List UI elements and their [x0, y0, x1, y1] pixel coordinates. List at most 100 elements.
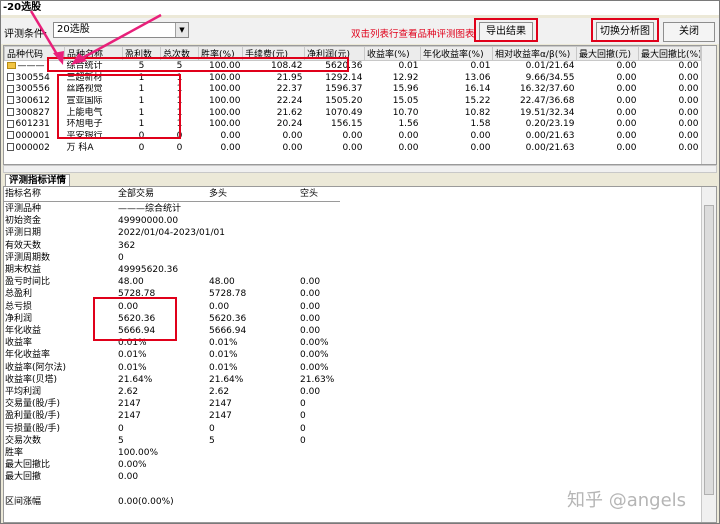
detail-vertical-scrollbar[interactable]: [701, 187, 716, 522]
grid-horizontal-scrollbar[interactable]: [3, 165, 717, 173]
detail-metric-name: 亏损量(股/手): [5, 423, 61, 434]
detail-row: 平均利润 2.62 2.62 0.00: [4, 387, 344, 398]
detail-all-value: 2147: [118, 411, 141, 422]
cell-total: 1: [176, 84, 183, 95]
detail-metric-name: 年化收益率: [5, 350, 51, 361]
grid-column-header[interactable]: 相对收益率α/β(%): [492, 46, 577, 61]
cell-code: 300554: [5, 72, 65, 84]
results-table: 品种代码 品种名称 盈利数 总次数 胜率(%) 手续费(元) 净利润(元) 收益率(%) 年化收…: [4, 46, 701, 154]
grid-column-header[interactable]: 最大回撤比(%): [638, 46, 701, 61]
detail-row: 年化收益率 0.01% 0.01% 0.00%: [4, 350, 344, 361]
detail-row: 评测周期数 0: [4, 253, 344, 264]
detail-row: 区间涨幅 0.00(0.00%): [4, 497, 344, 508]
grid-body: ——— 综合统计 5 5 100.00 108.42 5620.36 0.01 0.01 0.01…: [5, 61, 701, 155]
cell-profit: 5620.36: [325, 61, 363, 72]
cell-profit: 1292.14: [325, 72, 363, 83]
grid-column-header[interactable]: 品种代码: [4, 46, 65, 61]
cell-win: 1: [138, 119, 145, 130]
detail-short-value: 21.63%: [300, 374, 335, 385]
cell-ddr: 0.00: [678, 61, 699, 72]
detail-all-value: 0.00%: [118, 460, 147, 471]
detail-metric-name: 交易次数: [5, 435, 42, 446]
grid-column-header[interactable]: 净利润(元): [304, 46, 365, 61]
detail-row: 收益率(贝塔) 21.64% 21.64% 21.63%: [4, 375, 344, 386]
detail-all-value: 362: [118, 240, 136, 251]
detail-metric-name: 评测品种: [5, 204, 42, 214]
cell-ann: 13.06: [464, 72, 491, 83]
cell-ddr: 0.00: [678, 95, 699, 106]
export-button[interactable]: 导出结果: [479, 22, 533, 42]
detail-tabbar: 评测指标详情: [3, 174, 717, 186]
detail-metric-name: 初始资金: [5, 216, 42, 227]
cell-total: 0: [176, 130, 183, 141]
table-row[interactable]: 000001 平安银行 0 0 0.00 0.00 0.00 0.00 0.00 0.00/21.…: [5, 131, 701, 143]
grid-column-header[interactable]: 盈利数: [122, 46, 161, 61]
detail-long-value: 2147: [209, 399, 232, 410]
cell-fee: 21.95: [276, 72, 303, 83]
cell-rel: 16.32/37.60: [519, 84, 575, 95]
table-row[interactable]: 000002 万 科A 0 0 0.00 0.00 0.00 0.00 0.00 0.00/21.…: [5, 142, 701, 154]
cell-dd: 0.00: [616, 130, 637, 141]
evaluation-window: -20选股 评测条件: 20选股 ▼ 双击列表行查看品种评测图表 导出结果 切换…: [0, 0, 720, 524]
detail-short-value: 0.00%: [300, 350, 329, 361]
switch-chart-button[interactable]: 切换分析图: [596, 22, 654, 42]
results-grid[interactable]: 品种代码 品种名称 盈利数 总次数 胜率(%) 手续费(元) 净利润(元) 收益率(%) 年化收…: [3, 45, 717, 165]
detail-all-value: 0.00(0.00%): [118, 496, 174, 507]
detail-all-value: 2.62: [118, 387, 139, 397]
detail-scroll-thumb[interactable]: [704, 205, 714, 495]
cell-ann: 16.14: [464, 84, 491, 95]
cell-win: 0: [138, 130, 145, 141]
cell-rel: 0.00/21.63: [525, 142, 575, 153]
detail-header-row: 指标名称 全部交易 多头 空头: [4, 189, 344, 200]
detail-metric-name: 收益率(阿尔法): [5, 362, 67, 373]
close-button[interactable]: 关闭: [663, 22, 715, 42]
table-row[interactable]: 601231 环旭电子 1 1 100.00 20.24 156.15 1.56 1.58 0.2…: [5, 119, 701, 131]
cell-code-text: 000002: [15, 142, 50, 153]
toolbar: 评测条件: 20选股 ▼ 双击列表行查看品种评测图表 导出结果 切换分析图 关闭: [1, 18, 719, 44]
table-row[interactable]: 300556 丝路视觉 1 1 100.00 22.37 1596.37 15.96 16.14…: [5, 84, 701, 96]
cell-ret: 10.70: [392, 107, 419, 118]
tab-metric-details[interactable]: 评测指标详情: [5, 174, 71, 186]
grid-column-header[interactable]: 收益率(%): [364, 46, 421, 61]
window-title: -20选股: [1, 1, 719, 15]
grid-column-header[interactable]: 最大回撤(元): [576, 46, 639, 61]
detail-row: 盈利量(股/手) 2147 2147 0: [4, 411, 344, 422]
grid-header-row: 品种代码 品种名称 盈利数 总次数 胜率(%) 手续费(元) 净利润(元) 收益率(%) 年化收…: [4, 46, 701, 61]
cell-fee: 0.00: [282, 130, 303, 141]
chevron-down-icon[interactable]: ▼: [175, 23, 188, 37]
cell-total: 1: [176, 107, 183, 118]
cell-ann: 10.82: [464, 107, 491, 118]
table-row[interactable]: 300612 宣亚国际 1 1 100.00 22.24 1505.20 15.05 15.22…: [5, 96, 701, 108]
table-row[interactable]: 300827 上能电气 1 1 100.00 21.62 1070.49 10.70 10.82…: [5, 107, 701, 119]
detail-all-value: 0: [118, 423, 124, 434]
cell-rel: 0.00/21.63: [525, 130, 575, 141]
grid-vertical-scrollbar[interactable]: [701, 46, 716, 164]
table-row[interactable]: 300554 三超新材 1 1 100.00 21.95 1292.14 12.92 13.06…: [5, 72, 701, 84]
cell-dd: 0.00: [616, 119, 637, 130]
cell-ddr: 0.00: [678, 142, 699, 153]
cell-code-text: 300556: [15, 84, 50, 95]
cell-total: 1: [176, 119, 183, 130]
document-icon: [6, 119, 14, 128]
cell-total: 1: [176, 95, 183, 106]
grid-column-header[interactable]: 胜率(%): [198, 46, 243, 61]
cell-dd: 0.00: [616, 142, 637, 153]
detail-short-value: 0.00%: [300, 338, 329, 349]
cell-ddr: 0.00: [678, 107, 699, 118]
cell-dd: 0.00: [616, 84, 637, 95]
detail-metric-name: 胜率: [5, 448, 24, 458]
grid-column-header[interactable]: 品种名称: [64, 46, 123, 61]
detail-metric-name: 总盈利: [5, 289, 33, 300]
grid-column-header[interactable]: 手续费(元): [242, 46, 305, 61]
metric-detail-panel: 指标名称 全部交易 多头 空头 评测品种 ———综合统计 初始资金 49990000.…: [3, 186, 717, 523]
cell-ret: 15.05: [392, 95, 419, 106]
detail-long-value: 0.01%: [209, 350, 238, 361]
cell-name: 三超新材: [66, 72, 103, 83]
grid-column-header[interactable]: 年化收益率(%): [420, 46, 493, 61]
table-row[interactable]: ——— 综合统计 5 5 100.00 108.42 5620.36 0.01 0.01 0.01…: [5, 61, 701, 73]
grid-column-header[interactable]: 总次数: [160, 46, 199, 61]
condition-select[interactable]: 20选股 ▼: [53, 22, 189, 38]
detail-short-value: 0.00: [300, 289, 321, 300]
cell-ddr: 0.00: [678, 72, 699, 83]
detail-all-value: 2022/01/04-2023/01/01: [118, 228, 225, 239]
